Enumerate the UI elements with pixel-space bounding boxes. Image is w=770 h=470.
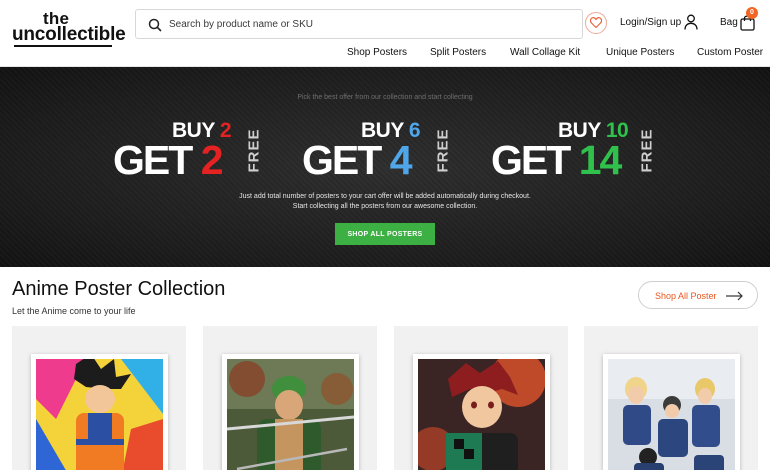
- offer-get-word: GET: [491, 137, 571, 183]
- search-bar[interactable]: [135, 9, 583, 39]
- shop-all-poster-button[interactable]: Shop All Poster: [638, 281, 758, 309]
- section-title: Anime Poster Collection: [12, 278, 226, 300]
- offer-banner: Pick the best offer from our collection …: [0, 67, 770, 267]
- offer-get-number: 2: [200, 137, 224, 183]
- bag-count-badge: 0: [746, 7, 758, 19]
- banner-description-line1: Just add total number of posters to your…: [239, 193, 531, 200]
- product-card[interactable]: [203, 326, 377, 470]
- offer-free-label: FREE: [434, 121, 452, 179]
- offer-get-line: GET 2: [113, 137, 224, 184]
- nav-shop-posters[interactable]: Shop Posters: [347, 47, 407, 58]
- product-card[interactable]: [584, 326, 758, 470]
- login-signup-link[interactable]: Login/Sign up: [620, 17, 681, 28]
- heart-icon: [590, 17, 602, 28]
- poster-image-fullmetal[interactable]: [608, 359, 735, 470]
- logo-underline: [14, 45, 112, 47]
- site-logo[interactable]: the uncollectible: [12, 10, 126, 47]
- offer-free-label: FREE: [245, 121, 263, 179]
- product-card[interactable]: [12, 326, 186, 470]
- offer-buy6-get4: BUY 6 GET 4 FREE: [302, 117, 462, 187]
- shop-all-poster-label: Shop All Poster: [655, 291, 717, 301]
- offer-buy10-get14: BUY 10 GET 14 FREE: [491, 117, 671, 187]
- product-card[interactable]: [394, 326, 568, 470]
- poster-frame: [31, 354, 168, 470]
- offer-get-word: GET: [113, 137, 193, 183]
- banner-description-line2: Start collecting all the posters from ou…: [292, 203, 478, 210]
- logo-text-uncollectible: uncollectible: [12, 24, 126, 45]
- offer-get-number: 14: [578, 137, 623, 183]
- offer-free-text: FREE: [434, 127, 452, 173]
- nav-split-posters[interactable]: Split Posters: [430, 47, 486, 58]
- offer-free-text: FREE: [245, 127, 263, 173]
- site-header: the uncollectible Login/Sign up Bag 0 Sh…: [0, 0, 770, 67]
- nav-unique-posters[interactable]: Unique Posters: [606, 47, 674, 58]
- poster-frame: [222, 354, 359, 470]
- poster-image-tanjiro[interactable]: [418, 359, 545, 470]
- arrow-right-icon: [726, 291, 743, 301]
- search-icon[interactable]: [147, 17, 163, 33]
- offer-free-text: FREE: [638, 127, 656, 173]
- poster-image-zoro[interactable]: [227, 359, 354, 470]
- offer-get-line: GET 14: [491, 137, 623, 184]
- user-icon[interactable]: [684, 14, 698, 30]
- offer-buy2-get2: BUY 2 GET 2 FREE: [113, 117, 273, 187]
- offer-get-number: 4: [389, 137, 413, 183]
- banner-subtitle: Pick the best offer from our collection …: [297, 94, 473, 101]
- offer-free-label: FREE: [638, 121, 656, 179]
- poster-image-goku[interactable]: [36, 359, 163, 470]
- nav-wall-collage-kit[interactable]: Wall Collage Kit: [510, 47, 580, 58]
- poster-frame: [413, 354, 550, 470]
- wishlist-button[interactable]: [585, 12, 607, 34]
- shop-all-posters-button[interactable]: SHOP ALL POSTERS: [335, 223, 435, 245]
- poster-frame: [603, 354, 740, 470]
- nav-custom-poster[interactable]: Custom Poster: [697, 47, 763, 58]
- section-subtitle: Let the Anime come to your life: [12, 306, 136, 316]
- bag-link[interactable]: Bag: [720, 17, 738, 28]
- offer-get-word: GET: [302, 137, 382, 183]
- search-input[interactable]: [169, 12, 574, 36]
- offer-get-line: GET 4: [302, 137, 413, 184]
